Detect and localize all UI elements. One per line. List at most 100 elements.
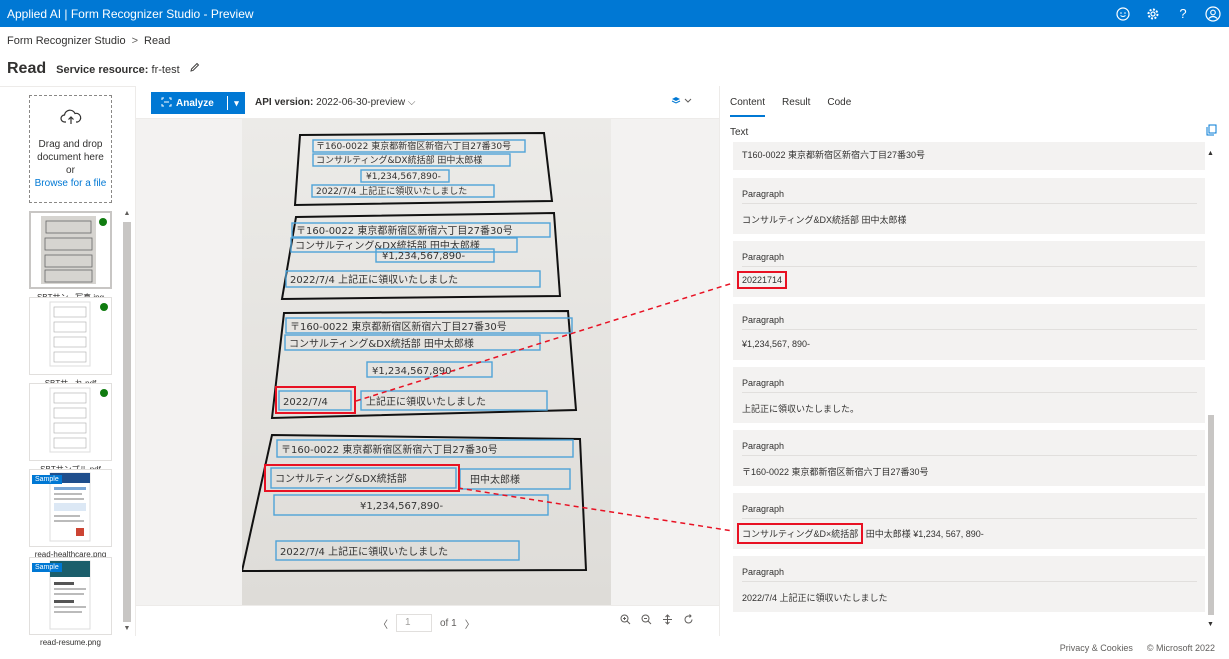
file-thumbnail[interactable]: SBTサン...写真.jpg xyxy=(29,211,112,303)
breadcrumb: Form Recognizer Studio > Read xyxy=(7,35,170,47)
document-image: 〒160-0022 東京都新宿区新宿六丁目27番30号 コンサルティング&DX統… xyxy=(240,119,611,605)
drop-zone-line3: or xyxy=(66,165,75,176)
file-name: read-resume.png xyxy=(40,638,101,647)
tab-result[interactable]: Result xyxy=(782,97,810,117)
ocr-line: コンサルティング&DX統括部 田中太郎様 xyxy=(316,154,482,166)
paragraph-card[interactable]: Paragraph コンサルティング&D×統括部 田中太郎様 ¥1,234, 5… xyxy=(733,493,1205,549)
ocr-line: 2022/7/4 xyxy=(283,397,328,408)
ocr-line: ¥1,234,567,890- xyxy=(382,251,466,262)
paragraph-card[interactable]: Paragraph 20221714 xyxy=(733,241,1205,297)
browse-file-link[interactable]: Browse for a file xyxy=(30,177,111,190)
page-number-input[interactable]: 1 xyxy=(396,614,432,632)
paragraph-text: 上記正に領収いたしました。 xyxy=(742,404,860,414)
cloud-upload-icon xyxy=(30,108,111,130)
paragraph-card[interactable]: Paragraph コンサルティング&DX統括部 田中太郎様 xyxy=(733,178,1205,234)
tab-content[interactable]: Content xyxy=(730,97,766,117)
ocr-line: 〒160-0022 東京都新宿区新宿六丁目27番30号 xyxy=(290,320,507,333)
copyright: © Microsoft 2022 xyxy=(1146,643,1215,653)
results-tabs: Content Result Code xyxy=(730,97,851,117)
page-count: of 1 xyxy=(440,617,457,629)
scroll-up-icon[interactable]: ▲ xyxy=(122,210,132,220)
file-thumbnail[interactable]: SBTサ...れ.pdf xyxy=(29,297,112,389)
zoom-out-icon[interactable] xyxy=(641,614,652,628)
ocr-line: 2022/7/4 上記正に領収いたしました xyxy=(316,185,467,197)
tab-code[interactable]: Code xyxy=(827,97,851,117)
privacy-link[interactable]: Privacy & Cookies xyxy=(1060,643,1133,653)
file-preview: Sample xyxy=(29,469,112,547)
paragraph-card[interactable]: Paragraph 〒160-0022 東京都新宿区新宿六丁目27番30号 xyxy=(733,430,1205,486)
prev-page-icon[interactable]: 〈 xyxy=(378,616,388,631)
breadcrumb-current[interactable]: Read xyxy=(144,35,170,47)
feedback-smiley-icon[interactable] xyxy=(1115,6,1131,22)
ocr-line: ¥1,234,567,890- xyxy=(360,501,444,512)
sample-badge: Sample xyxy=(32,475,62,484)
file-preview xyxy=(29,211,112,289)
scroll-down-icon[interactable]: ▼ xyxy=(122,625,132,635)
ocr-line: コンサルティング&DX統括部 xyxy=(275,472,407,485)
sample-badge: Sample xyxy=(32,563,62,572)
breadcrumb-root-link[interactable]: Form Recognizer Studio xyxy=(7,35,126,47)
ocr-line: 〒160-0022 東京都新宿区新宿六丁目27番30号 xyxy=(296,224,513,237)
paragraph-card[interactable]: Paragraph 2022/7/4 上記正に領収いたしました xyxy=(733,556,1205,612)
api-version-selector[interactable]: API version: 2022-06-30-preview ⌵ xyxy=(255,97,415,108)
scroll-thumb[interactable] xyxy=(1208,415,1214,615)
paragraph-text: コンサルティング&DX統括部 田中太郎様 xyxy=(742,215,907,225)
analyze-label: Analyze xyxy=(176,97,214,109)
paragraph-list[interactable]: T160-0022 東京都新宿区新宿六丁目27番30号 Paragraph コン… xyxy=(730,142,1205,626)
service-resource-value: fr-test xyxy=(151,64,180,76)
chevron-down-icon: ⌵ xyxy=(407,97,416,108)
footer: Privacy & Cookies © Microsoft 2022 xyxy=(1060,643,1215,653)
paragraph-card[interactable]: T160-0022 東京都新宿区新宿六丁目27番30号 xyxy=(733,142,1205,170)
copy-icon[interactable] xyxy=(1206,124,1217,139)
ocr-line: 田中太郎様 xyxy=(470,473,520,486)
api-version-value: 2022-06-30-preview xyxy=(316,97,406,108)
top-bar: Applied AI | Form Recognizer Studio - Pr… xyxy=(0,0,1229,27)
paragraph-label: Paragraph xyxy=(742,304,1197,330)
file-thumbnail[interactable]: Sample read-healthcare.png xyxy=(29,469,112,559)
rotate-icon[interactable] xyxy=(683,614,694,628)
highlighted-text: コンサルティング&D×統括部 xyxy=(737,523,864,544)
layers-icon[interactable] xyxy=(671,96,693,109)
file-thumbnail[interactable]: SBTサンプル.pdf xyxy=(29,383,112,475)
account-icon[interactable] xyxy=(1205,5,1221,22)
breadcrumb-separator: > xyxy=(131,35,139,47)
next-page-icon[interactable]: 〉 xyxy=(465,616,475,631)
scroll-up-icon[interactable]: ▲ xyxy=(1207,150,1214,157)
scroll-thumb[interactable] xyxy=(123,222,131,622)
drop-zone[interactable]: Drag and drop document here or Browse fo… xyxy=(29,95,112,203)
highlighted-text: 20221714 xyxy=(737,271,788,289)
analyze-button[interactable]: Analyze ▾ xyxy=(151,92,245,114)
text-section-header: Text xyxy=(730,127,749,138)
paragraph-text: ¥1,234,567, 890- xyxy=(742,339,811,349)
results-pane: Content Result Code Text T160-0022 東京都新宿… xyxy=(719,86,1229,636)
ocr-line: 〒160-0022 東京都新宿区新宿六丁目27番30号 xyxy=(316,140,511,152)
analyze-scan-icon xyxy=(161,97,172,110)
file-preview xyxy=(29,383,112,461)
page-header: Read Service resource: fr-test xyxy=(7,60,200,78)
api-version-label: API version: xyxy=(255,97,314,108)
file-list-scrollbar[interactable]: ▲ ▼ xyxy=(122,210,132,635)
ocr-line: 〒160-0022 東京都新宿区新宿六丁目27番30号 xyxy=(281,443,498,456)
drop-zone-line2: document here xyxy=(37,152,104,163)
analyze-toolbar: Analyze ▾ API version: 2022-06-30-previe… xyxy=(136,86,719,119)
paragraph-card[interactable]: Paragraph ¥1,234,567, 890- xyxy=(733,304,1205,360)
document-viewer[interactable]: 〒160-0022 東京都新宿区新宿六丁目27番30号 コンサルティング&DX統… xyxy=(136,119,719,605)
scroll-down-icon[interactable]: ▼ xyxy=(1207,621,1214,628)
paragraph-text: 2022/7/4 上記正に領収いたしました xyxy=(742,593,888,603)
pager-bar: 〈 1 of 1 〉 xyxy=(136,605,719,636)
ocr-line: 2022/7/4 上記正に領収いたしました xyxy=(280,545,448,558)
paragraph-label: Paragraph xyxy=(742,241,1197,267)
analyzed-status-icon xyxy=(100,303,108,311)
results-scrollbar[interactable]: ▲ ▼ xyxy=(1207,150,1215,628)
paragraph-card[interactable]: Paragraph 上記正に領収いたしました。 xyxy=(733,367,1205,423)
chevron-down-icon[interactable]: ▾ xyxy=(227,96,245,110)
help-icon[interactable]: ? xyxy=(1175,6,1191,22)
file-thumbnail[interactable]: Sample read-resume.png xyxy=(29,557,112,647)
paragraph-text: 田中太郎様 ¥1,234, 567, 890- xyxy=(863,529,984,539)
gear-icon[interactable] xyxy=(1145,6,1161,22)
pencil-icon[interactable] xyxy=(189,62,200,76)
zoom-in-icon[interactable] xyxy=(620,614,631,628)
paragraph-label: Paragraph xyxy=(742,430,1197,456)
app-title: Applied AI | Form Recognizer Studio - Pr… xyxy=(7,6,254,21)
fit-to-page-icon[interactable] xyxy=(662,614,673,628)
